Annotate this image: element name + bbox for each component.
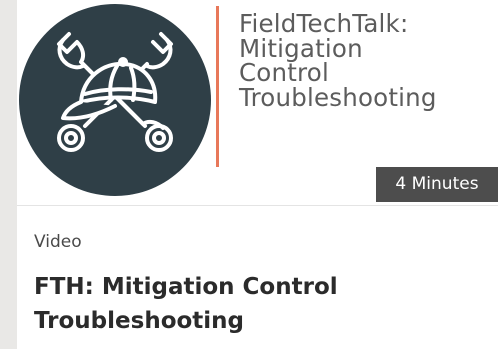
card-title-link[interactable]: FTH: Mitigation Control Troubleshooting — [34, 270, 474, 338]
content-type-label: Video — [34, 232, 82, 252]
thumbnail-title-line: FieldTechTalk: — [239, 9, 409, 38]
thumbnail-title-line: Troubleshooting — [239, 82, 437, 112]
cap-and-wrenches-icon — [57, 32, 173, 152]
accent-divider — [216, 6, 219, 167]
content-card[interactable]: FieldTechTalk: Mitigation Control Troubl… — [17, 0, 498, 349]
thumbnail-title: FieldTechTalk: Mitigation Control Troubl… — [239, 9, 494, 112]
fieldtechtalk-logo — [19, 4, 211, 196]
thumbnail-title-line: Control — [239, 58, 329, 87]
duration-badge: 4 Minutes — [376, 167, 498, 202]
card-divider — [17, 205, 498, 206]
thumbnail[interactable]: FieldTechTalk: Mitigation Control Troubl… — [17, 0, 498, 205]
